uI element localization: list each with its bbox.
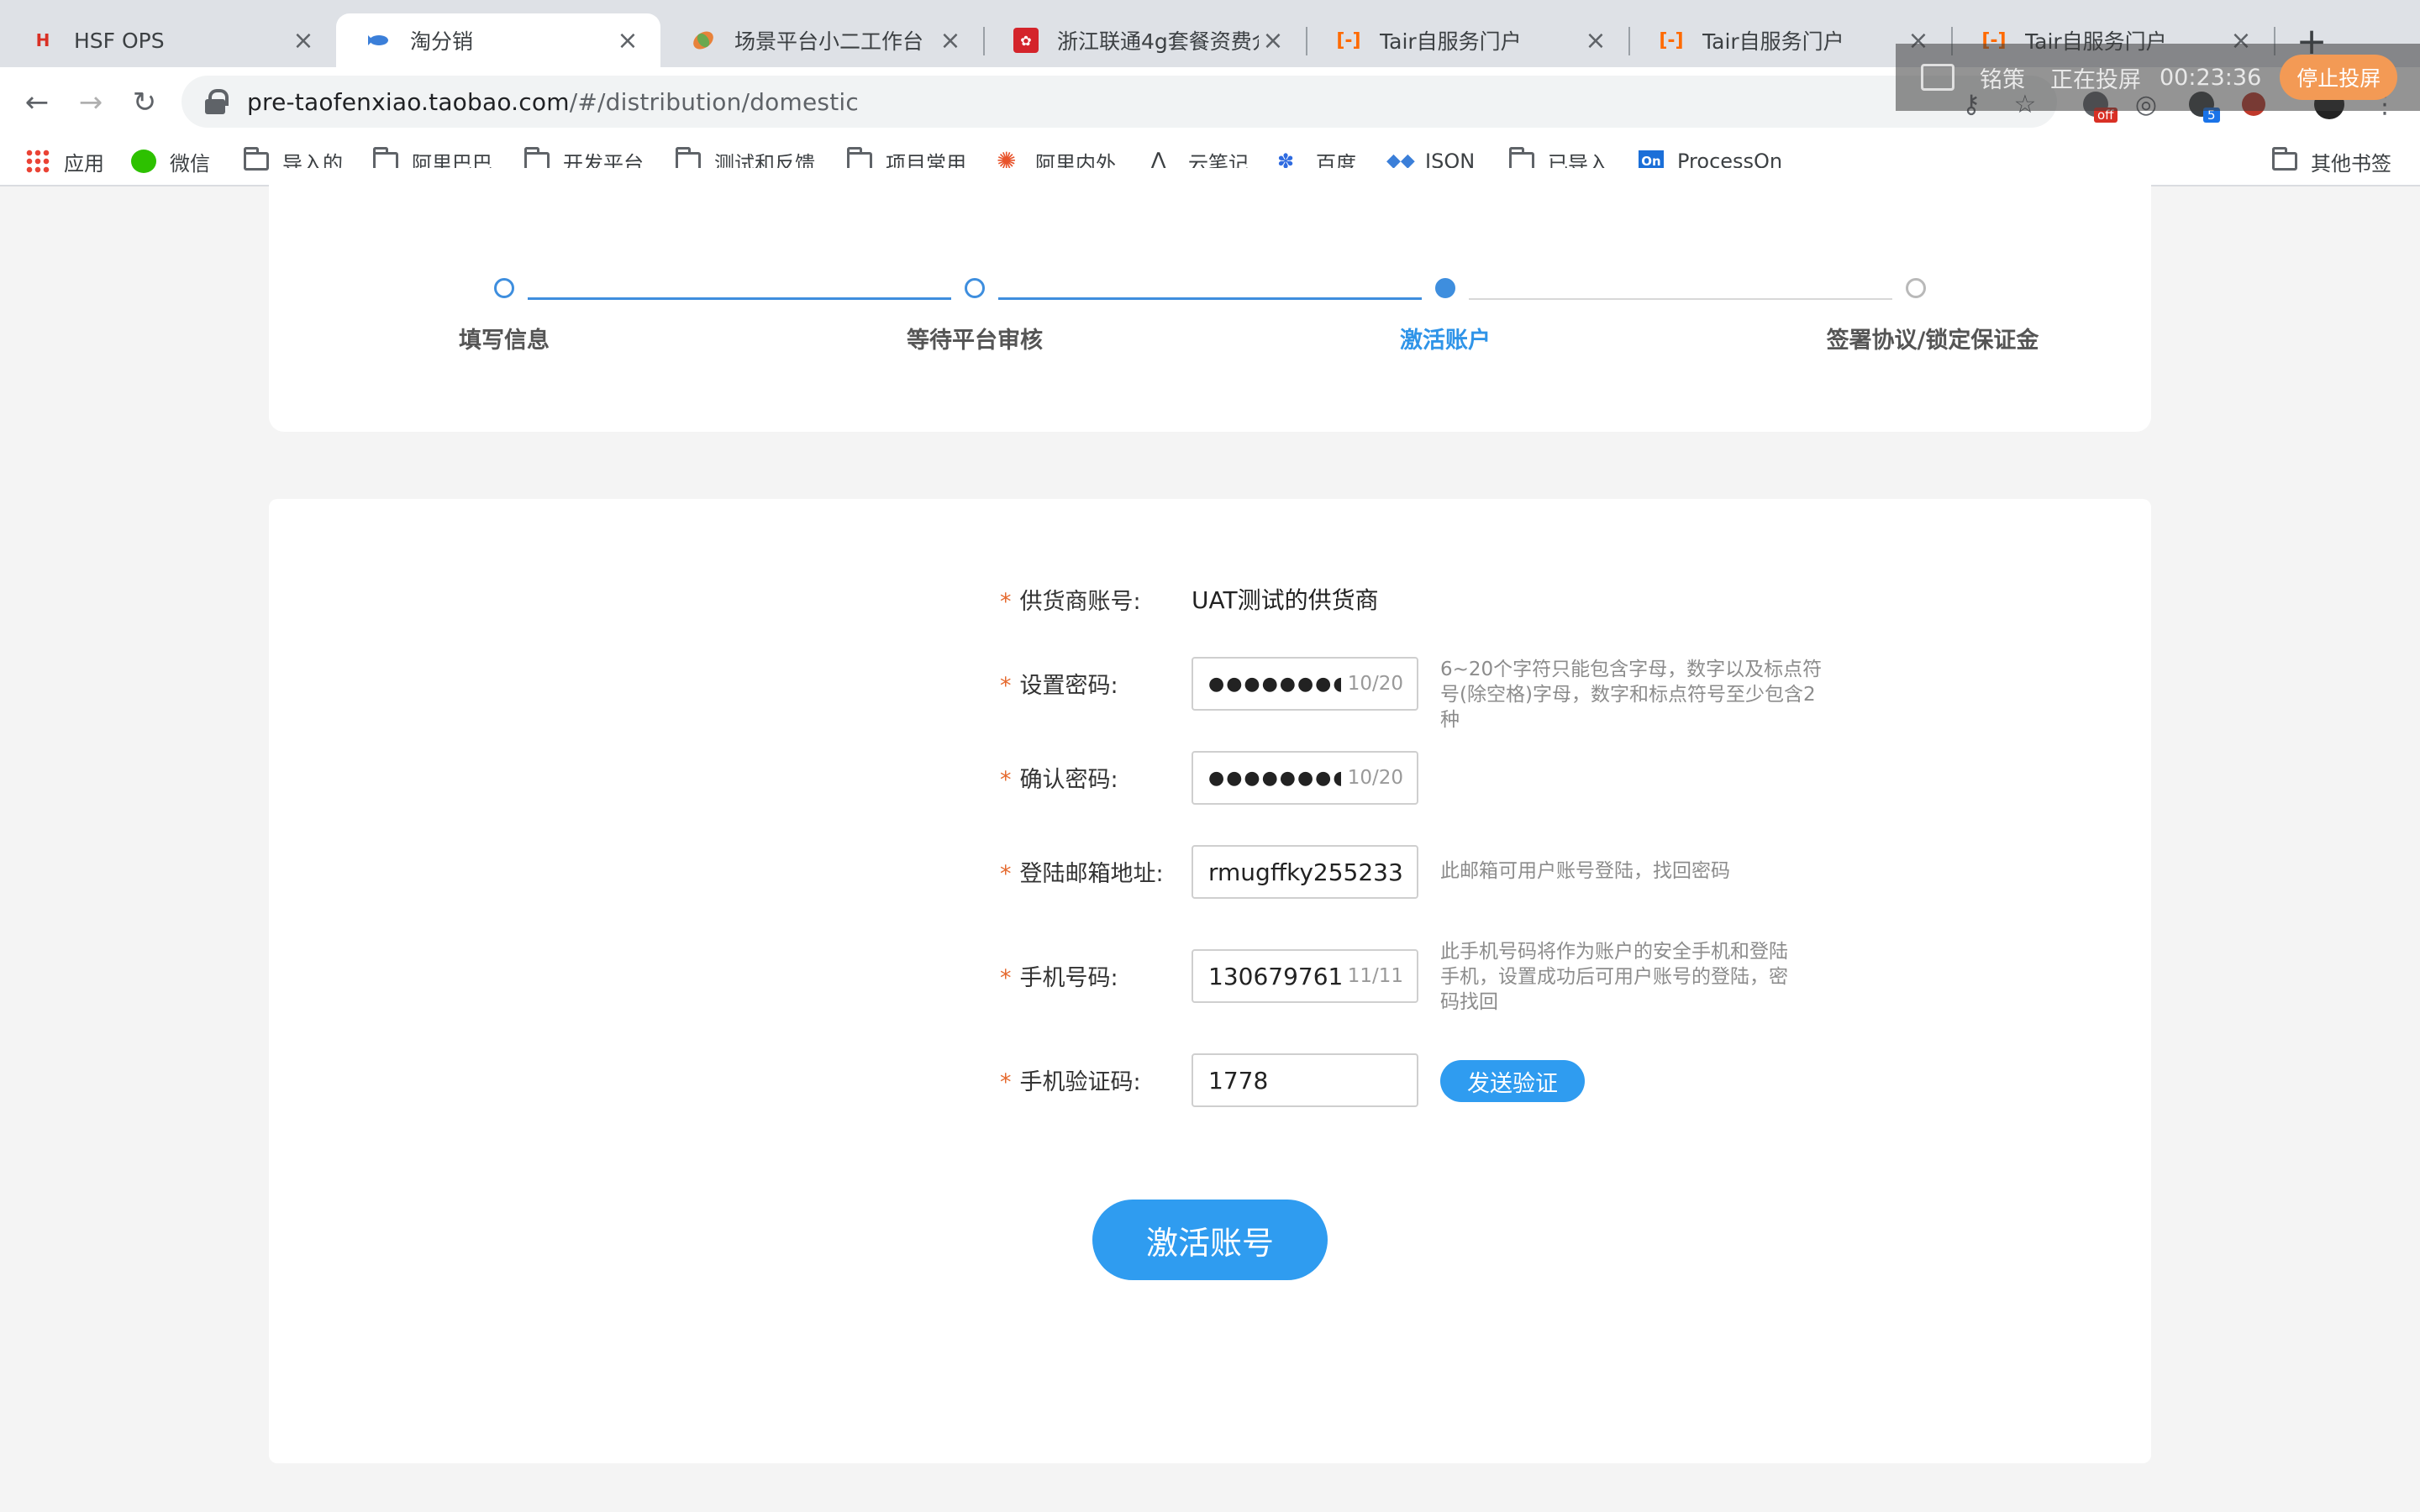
- bookmark-label: 应用: [64, 151, 104, 176]
- confirm-password-value: ●●●●●●●●●●: [1208, 767, 1341, 789]
- apps-icon: [25, 149, 50, 174]
- share-timer: 00:23:36: [2160, 64, 2262, 91]
- tab-title: HSF OPS: [74, 28, 165, 53]
- aliyun-favicon-icon: [-]: [1336, 29, 1361, 51]
- email-input[interactable]: rmugffky255233@: [1192, 845, 1418, 899]
- lock-icon: [205, 89, 229, 114]
- phone-input[interactable]: 13067976161 11/11: [1192, 949, 1418, 1003]
- close-icon[interactable]: ×: [1581, 26, 1610, 55]
- confirm-password-counter: 10/20: [1347, 767, 1403, 789]
- activate-account-button[interactable]: 激活账号: [1092, 1200, 1328, 1280]
- share-status: 正在投屏: [2050, 66, 2141, 93]
- step-dot-1: [494, 278, 514, 298]
- tab-title: Tair自服务门户: [1702, 29, 1844, 54]
- sms-code-label: * 手机验证码:: [1000, 1069, 1141, 1095]
- phone-label: * 手机号码:: [1000, 965, 1118, 991]
- step-line-2: [998, 297, 1422, 300]
- bookmark-apps[interactable]: 应用: [25, 143, 104, 180]
- tab-unicom[interactable]: ✿ 浙江联通4g套餐资费介绍 ×: [983, 13, 1306, 67]
- stop-sharing-button[interactable]: 停止投屏: [2280, 55, 2398, 100]
- step-dot-2: [965, 278, 985, 298]
- sms-code-input[interactable]: 1778: [1192, 1053, 1418, 1107]
- tab-scene-platform[interactable]: 场景平台小二工作台 ×: [660, 13, 983, 67]
- hsf-favicon-icon: H: [35, 30, 50, 50]
- leaf-favicon-icon: [691, 28, 716, 53]
- step-label-1: 填写信息: [459, 328, 550, 354]
- bookmark-label: 其他书签: [2311, 151, 2391, 176]
- tab-hsf-ops[interactable]: H HSF OPS ×: [0, 13, 336, 67]
- bookmark-label: 微信: [170, 151, 210, 176]
- supplier-value: UAT测试的供货商: [1192, 586, 1379, 614]
- url-host: pre-taofenxiao.taobao.com: [247, 87, 570, 116]
- progress-steps-card: 填写信息 等待平台审核 激活账户 签署协议/锁定保证金: [269, 168, 2151, 432]
- close-icon[interactable]: ×: [289, 26, 318, 55]
- confirm-password-label: * 确认密码:: [1000, 767, 1118, 793]
- presenter-name: 铭策: [1980, 66, 2025, 93]
- supplier-label: * 供货商账号:: [1000, 589, 1141, 615]
- tab-taofenxiao[interactable]: 淘分销 ×: [336, 13, 660, 67]
- password-input[interactable]: ●●●●●●●●●● 10/20: [1192, 657, 1418, 711]
- back-arrow-icon[interactable]: ←: [18, 84, 55, 121]
- aliyun-favicon-icon: [-]: [1659, 29, 1684, 51]
- phone-counter: 11/11: [1347, 965, 1403, 987]
- bookmark-other[interactable]: 其他书签: [2272, 143, 2391, 180]
- tab-title: 淘分销: [410, 29, 474, 54]
- folder-icon: [244, 147, 269, 171]
- close-icon[interactable]: ×: [936, 26, 965, 55]
- step-dot-4: [1906, 278, 1926, 298]
- password-hint: 6~20个字符只能包含字母，数字以及标点符号(除空格)字母，数字和标点符号至少包…: [1440, 659, 1823, 731]
- wechat-icon: [131, 150, 156, 173]
- address-bar[interactable]: pre-taofenxiao.taobao.com/#/distribution…: [182, 76, 2057, 128]
- password-counter: 10/20: [1347, 673, 1403, 695]
- phone-value: 13067976161: [1208, 962, 1341, 990]
- step-line-3: [1469, 298, 1892, 300]
- password-value: ●●●●●●●●●●: [1208, 673, 1341, 695]
- tab-title: 场景平台小二工作台: [734, 29, 924, 54]
- cast-icon: [1921, 64, 1954, 91]
- email-label: * 登陆邮箱地址:: [1000, 861, 1164, 887]
- folder-icon: [2272, 147, 2297, 171]
- url-text[interactable]: pre-taofenxiao.taobao.com/#/distribution…: [247, 88, 859, 116]
- tab-tair-1[interactable]: [-] Tair自服务门户 ×: [1306, 13, 1628, 67]
- close-icon[interactable]: ×: [1259, 26, 1287, 55]
- tab-title: 浙江联通4g套餐资费介绍: [1057, 29, 1259, 54]
- step-label-2: 等待平台审核: [907, 328, 1043, 354]
- forward-arrow-icon[interactable]: →: [72, 84, 109, 121]
- step-line-1: [528, 297, 951, 300]
- unicom-favicon-icon: ✿: [1013, 28, 1039, 53]
- password-label: * 设置密码:: [1000, 673, 1118, 699]
- taofenxiao-favicon-icon: [366, 28, 392, 53]
- step-dot-3: [1435, 278, 1455, 298]
- activation-form-card: *供货商账号: UAT测试的供货商 *设置密码: ●●●●●●●●●● 10/2…: [269, 499, 2151, 1463]
- email-value: rmugffky255233@: [1208, 858, 1403, 886]
- step-label-4: 签署协议/锁定保证金: [1826, 328, 2039, 354]
- send-code-button[interactable]: 发送验证: [1440, 1060, 1585, 1102]
- phone-hint: 此手机号码将作为账户的安全手机和登陆手机，设置成功后可用户账号的登陆，密码找回: [1440, 941, 1788, 1013]
- url-path: /#/distribution/domestic: [569, 87, 859, 116]
- tab-title: Tair自服务门户: [1380, 29, 1522, 54]
- reload-icon[interactable]: ↻: [126, 84, 163, 121]
- sms-code-value: 1778: [1208, 1066, 1269, 1095]
- screen-share-bar: 铭策 正在投屏 00:23:36 停止投屏: [1896, 44, 2420, 111]
- bookmark-wechat[interactable]: 微信: [131, 143, 210, 180]
- email-hint: 此邮箱可用户账号登陆，找回密码: [1440, 860, 1730, 882]
- confirm-password-input[interactable]: ●●●●●●●●●● 10/20: [1192, 751, 1418, 805]
- step-label-3: 激活账户: [1400, 328, 1491, 354]
- close-icon[interactable]: ×: [613, 26, 642, 55]
